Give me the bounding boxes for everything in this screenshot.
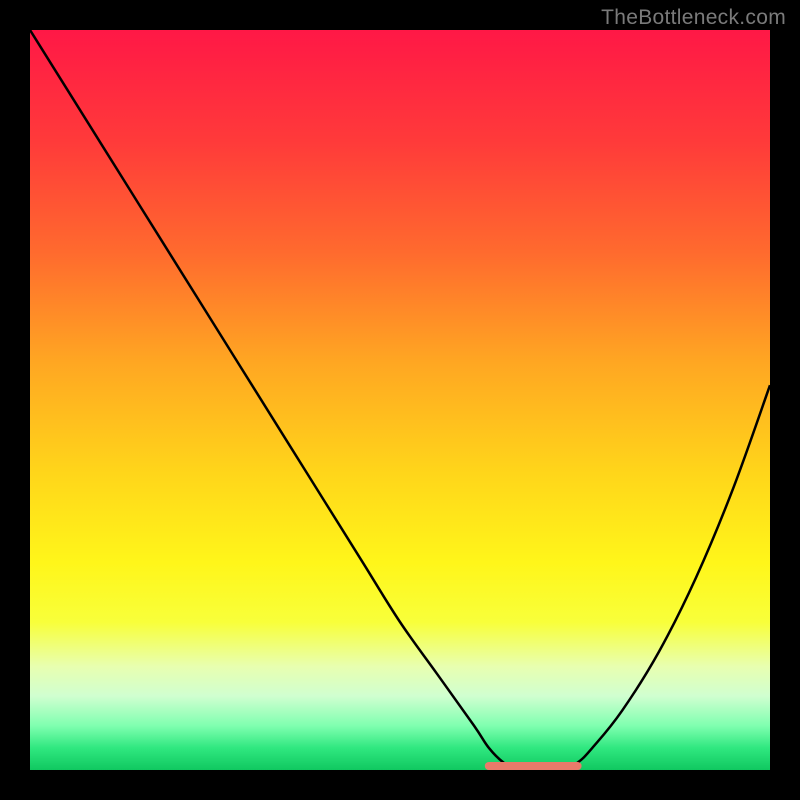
chart-frame (30, 30, 770, 770)
watermark-text: TheBottleneck.com (601, 6, 786, 30)
chart-background (30, 30, 770, 770)
chart-plot (30, 30, 770, 770)
